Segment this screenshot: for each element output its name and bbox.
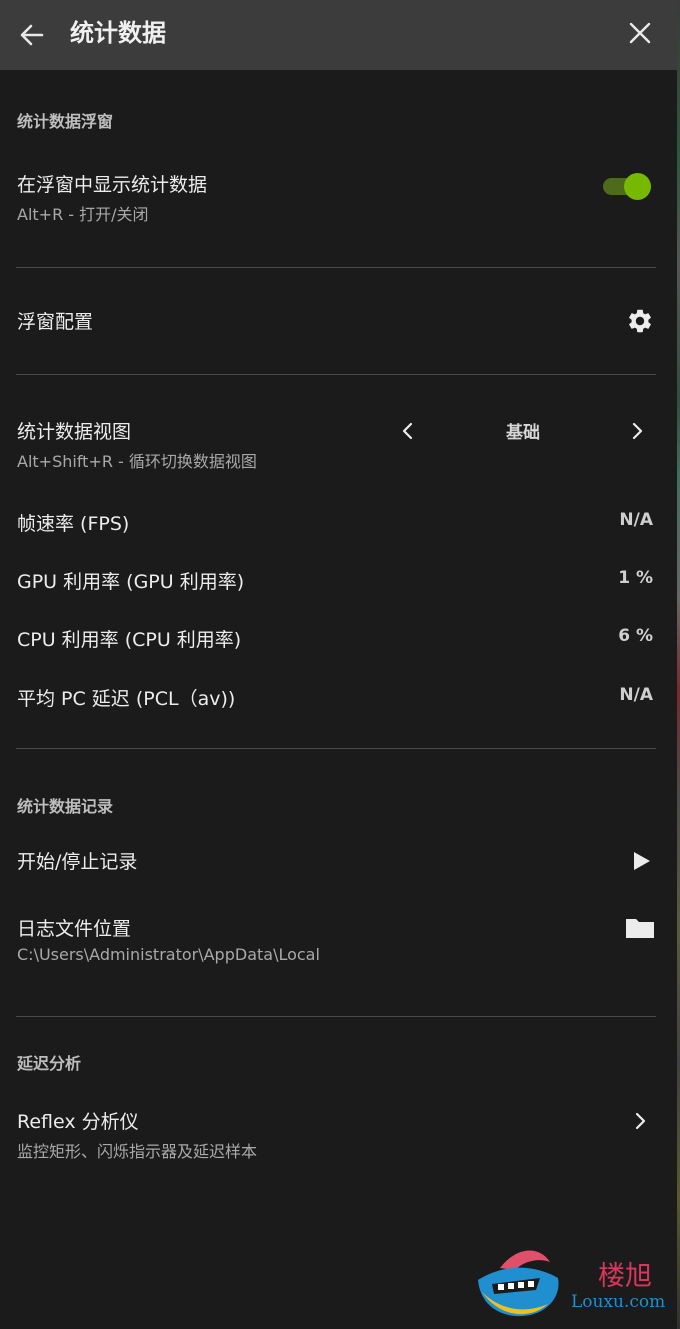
page-title: 统计数据 <box>70 19 166 47</box>
divider <box>16 1016 656 1017</box>
metric-value: 6 % <box>618 626 653 646</box>
arrow-left-icon[interactable] <box>16 19 48 51</box>
metric-name: 帧速率 (FPS) <box>17 513 130 535</box>
watermark-logo <box>478 1250 559 1317</box>
metric-value: N/A <box>619 510 653 530</box>
stats-view-hotkey: Alt+Shift+R - 循环切换数据视图 <box>17 452 257 471</box>
stats-view-label: 统计数据视图 <box>17 421 132 443</box>
divider <box>16 374 656 375</box>
watermark-cn: 楼旭 <box>598 1261 652 1292</box>
stats-view-value: 基础 <box>506 423 540 443</box>
folder-icon[interactable] <box>625 916 655 940</box>
metric-value: N/A <box>619 685 653 705</box>
metric-name: 平均 PC 延迟 (PCL（av)) <box>17 688 236 710</box>
log-location-label: 日志文件位置 <box>17 918 132 940</box>
close-icon[interactable] <box>626 19 654 47</box>
statistics-panel: 统计数据 统计数据浮窗 在浮窗中显示统计数据 Alt+R - 打开/关闭 浮窗配… <box>0 0 677 1329</box>
record-label: 开始/停止记录 <box>17 851 138 873</box>
watermark-en: Louxu.com <box>571 1292 666 1312</box>
chevron-right-icon[interactable] <box>627 420 647 442</box>
chevron-left-icon[interactable] <box>398 420 418 442</box>
reflex-analyzer-label[interactable]: Reflex 分析仪 <box>17 1107 139 1134</box>
metric-value: 1 % <box>618 568 653 588</box>
divider <box>16 267 656 268</box>
header-bar: 统计数据 <box>0 0 677 70</box>
show-stats-label: 在浮窗中显示统计数据 <box>17 174 208 196</box>
gear-icon[interactable] <box>626 307 654 335</box>
section-label-overlay: 统计数据浮窗 <box>17 112 114 131</box>
chevron-right-icon[interactable] <box>630 1110 650 1132</box>
log-location-path: C:\Users\Administrator\AppData\Local <box>17 945 320 964</box>
toggle-knob <box>624 173 651 200</box>
play-icon[interactable] <box>630 850 652 872</box>
show-stats-toggle[interactable] <box>602 172 652 200</box>
metric-name: GPU 利用率 (GPU 利用率) <box>17 571 245 593</box>
metric-name: CPU 利用率 (CPU 利用率) <box>17 629 242 651</box>
reflex-analyzer-desc: 监控矩形、闪烁指示器及延迟样本 <box>17 1142 258 1161</box>
section-label-latency: 延迟分析 <box>17 1054 82 1073</box>
show-stats-hotkey: Alt+R - 打开/关闭 <box>17 205 149 224</box>
divider <box>16 748 656 749</box>
section-label-logging: 统计数据记录 <box>17 797 114 816</box>
overlay-config-label: 浮窗配置 <box>17 311 94 333</box>
